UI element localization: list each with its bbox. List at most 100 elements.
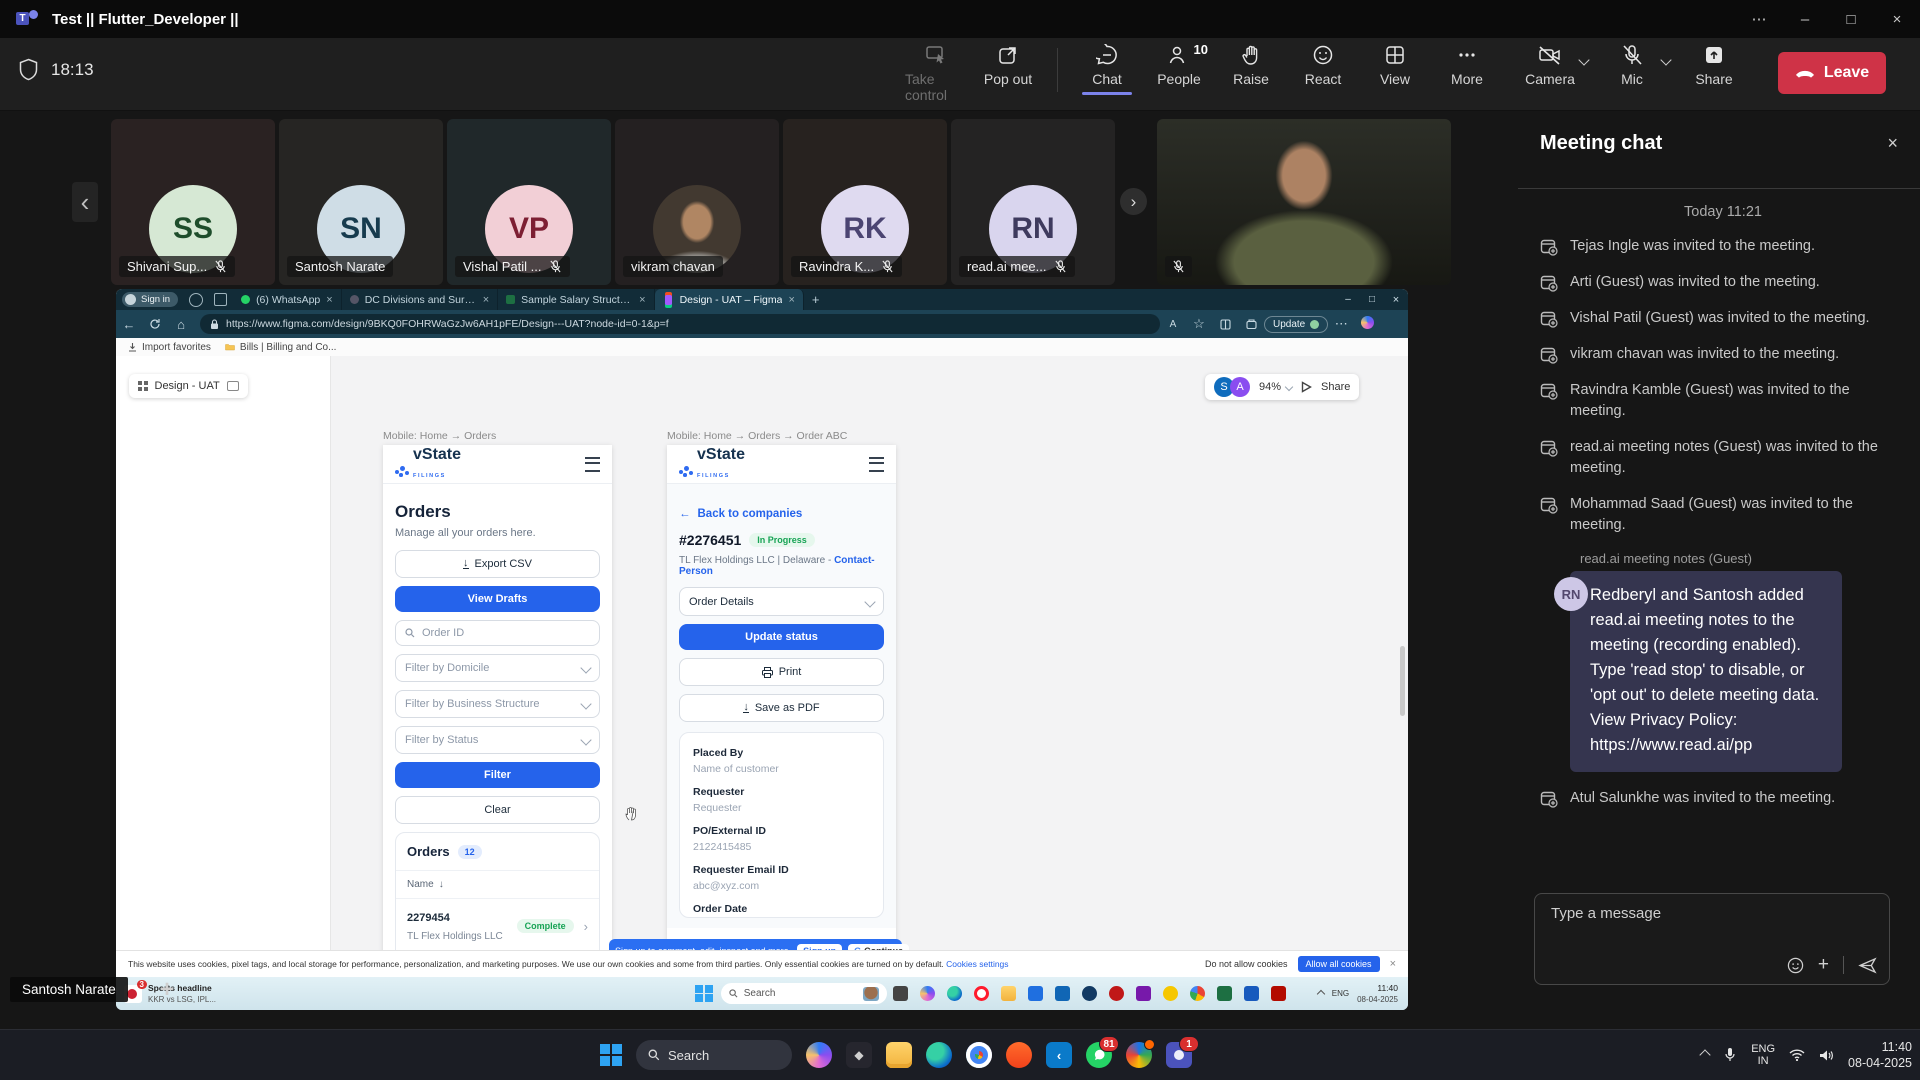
participant-tile[interactable]: SN Santosh Narate [279,119,443,285]
browser-home-icon[interactable]: ⌂ [168,317,194,332]
filter-domicile-dropdown[interactable]: Filter by Domicile [395,654,600,682]
tab-dc-divisions[interactable]: DC Divisions and Surroundings× [342,289,498,310]
camera-button[interactable]: Camera [1522,44,1578,95]
clear-button[interactable]: Clear [395,796,600,824]
zoom-level-dropdown[interactable]: 94% [1259,381,1292,393]
remote-mcafee-icon[interactable] [1109,986,1124,1001]
tab-close-icon[interactable]: × [639,294,645,306]
allow-cookies-button[interactable]: Allow all cookies [1298,956,1380,972]
deny-cookies-button[interactable]: Do not allow cookies [1205,959,1288,969]
collections-icon[interactable] [1238,319,1264,330]
chat-button[interactable]: Chat [1076,44,1138,95]
figma-share-button[interactable]: Share [1321,381,1350,393]
chat-message-input[interactable] [1549,904,1853,923]
chat-close-icon[interactable]: × [1887,133,1898,154]
browser-maximize-button[interactable]: □ [1360,294,1384,305]
tab-excel-sheet[interactable]: Sample Salary Structure with calc× [498,289,654,310]
tab-close-icon[interactable]: × [483,294,489,306]
tray-mic-icon[interactable] [1723,1047,1737,1063]
spotlight-participant-tile[interactable] [1157,119,1451,285]
remote-store-icon[interactable] [1028,986,1043,1001]
remote-search-box[interactable]: Search [721,983,887,1004]
browser-back-icon[interactable]: ← [116,317,142,332]
import-favorites-button[interactable]: Import favorites [128,342,211,353]
tab-close-icon[interactable]: × [788,294,794,306]
collaborator-avatar[interactable]: A [1230,377,1250,397]
cookie-close-icon[interactable]: × [1390,958,1396,970]
remote-edge-icon[interactable] [947,986,962,1001]
remote-chrome-icon[interactable] [1190,986,1205,1001]
pop-out-button[interactable]: Pop out [977,44,1039,95]
tab-figma-active[interactable]: Design - UAT – Figma× [655,289,804,310]
view-drafts-button[interactable]: View Drafts [395,586,600,612]
workspaces-icon[interactable] [189,293,203,307]
tiles-scroll-left-button[interactable]: ‹ [72,182,98,222]
mic-options-chevron-icon[interactable] [1660,54,1671,65]
taskbar-copilot-icon[interactable] [806,1042,832,1068]
update-status-button[interactable]: Update status [679,624,884,650]
present-play-icon[interactable] [1301,381,1312,393]
tiles-scroll-right-button[interactable]: › [1120,188,1147,215]
tab-actions-icon[interactable] [214,293,227,306]
tab-whatsapp[interactable]: (6) WhatsApp× [233,289,342,310]
taskbar-clock[interactable]: 11:4008-04-2025 [1848,1039,1912,1071]
copilot-icon[interactable] [1354,316,1380,332]
taskbar-vscode-icon[interactable]: ‹ [1046,1042,1072,1068]
remote-start-button[interactable] [695,985,713,1003]
send-icon[interactable] [1858,957,1877,974]
browser-update-button[interactable]: Update [1264,316,1328,333]
back-to-companies-link[interactable]: ← Back to companies [679,508,884,520]
column-header-name[interactable]: Name↓ [396,870,599,898]
taskbar-teams-icon[interactable]: 1 [1166,1042,1192,1068]
more-button[interactable]: More [1436,44,1498,95]
remote-lang-indicator[interactable]: ENG [1332,989,1349,998]
attach-plus-icon[interactable]: + [1818,958,1829,972]
people-button[interactable]: 10 People [1148,44,1210,95]
hamburger-menu-icon[interactable] [585,457,600,472]
browser-minimize-button[interactable]: – [1336,294,1360,305]
remote-app-icon-navy[interactable] [1082,986,1097,1001]
order-details-dropdown[interactable]: Order Details [679,587,884,616]
titlebar-more-icon[interactable]: ⋯ [1736,10,1782,28]
taskbar-search[interactable]: Search [636,1040,792,1070]
leave-button[interactable]: Leave [1778,52,1886,94]
order-row[interactable]: 2279454TL Flex Holdings LLC Complete › [396,898,599,953]
taskbar-chrome-icon[interactable] [966,1042,992,1068]
participant-tile[interactable]: vikram chavan [615,119,779,285]
filter-status-dropdown[interactable]: Filter by Status [395,726,600,754]
close-button[interactable]: × [1874,11,1920,28]
read-aloud-icon[interactable]: A [1160,319,1186,330]
tray-overflow-chevron-icon[interactable] [1700,1049,1711,1060]
emoji-icon[interactable] [1787,957,1804,974]
export-csv-button[interactable]: ↓ Export CSV [395,550,600,578]
participant-tile[interactable]: RK Ravindra K... [783,119,947,285]
taskbar-explorer-icon[interactable] [886,1042,912,1068]
tab-close-icon[interactable]: × [326,294,332,306]
taskbar-edge-icon[interactable] [926,1042,952,1068]
cookie-settings-link[interactable]: Cookies settings [946,959,1008,969]
remote-app-icon-dark[interactable] [893,986,908,1001]
participant-tile[interactable]: RN read.ai mee... [951,119,1115,285]
taskbar-brave-icon[interactable] [1006,1042,1032,1068]
minimize-button[interactable]: – [1782,11,1828,28]
raise-hand-button[interactable]: Raise [1220,44,1282,95]
chat-message[interactable]: RN Redberyl and Santosh added read.ai me… [1540,571,1906,772]
browser-menu-icon[interactable]: ⋯ [1328,316,1354,332]
start-button[interactable] [600,1044,622,1066]
camera-options-chevron-icon[interactable] [1578,54,1589,65]
remote-norton-icon[interactable] [1163,986,1178,1001]
maximize-button[interactable]: □ [1828,11,1874,28]
frame2-order-detail-screen[interactable]: vStateFILINGS ← Back to companies #22764… [667,445,896,1007]
split-screen-icon[interactable] [1212,319,1238,330]
remote-explorer-icon[interactable] [1001,986,1016,1001]
remote-copilot-icon[interactable] [920,986,935,1001]
row-chevron-icon[interactable]: › [584,919,588,934]
view-button[interactable]: View [1364,44,1426,95]
remote-opera-icon[interactable] [974,986,989,1001]
participant-tile[interactable]: SS Shivani Sup... [111,119,275,285]
remote-office-icon[interactable] [1136,986,1151,1001]
participant-tile[interactable]: VP Vishal Patil ... [447,119,611,285]
chat-input-box[interactable]: + [1534,893,1890,985]
new-tab-button[interactable]: + [812,292,820,307]
remote-widgets-button[interactable]: 3 Sports headline KKR vs LSG, IPL... [124,982,244,1005]
